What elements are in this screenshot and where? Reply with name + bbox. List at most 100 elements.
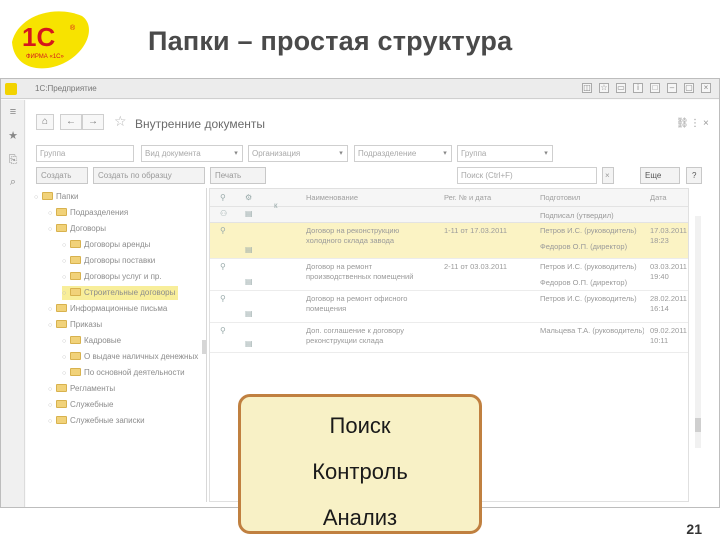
- table-scrollbar-thumb[interactable]: [695, 418, 701, 432]
- window-control-5[interactable]: □: [650, 83, 660, 93]
- expand-toggle-icon[interactable]: ○: [34, 191, 42, 205]
- paperclip-icon: ⚲: [220, 226, 226, 235]
- callout-item-analysis: Анализ: [322, 505, 398, 530]
- table-cell-date: 28.02.2011: [650, 294, 687, 303]
- table-row[interactable]: ⚲ ▤ Доп. соглашение к договору реконструкц…: [210, 323, 688, 353]
- expand-toggle-icon[interactable]: ○: [62, 287, 70, 301]
- clear-search-button[interactable]: ×: [602, 167, 614, 184]
- folder-icon: [70, 288, 81, 296]
- menu-icon[interactable]: ≡: [7, 106, 19, 118]
- expand-toggle-icon[interactable]: ○: [48, 415, 56, 429]
- tree-item[interactable]: ○ Договоры услуг и пр.: [62, 270, 162, 284]
- close-icon[interactable]: ×: [703, 118, 709, 129]
- expand-toggle-icon[interactable]: ○: [62, 239, 70, 253]
- table-cell-name: Доп. соглашение к договору реконструкции…: [306, 326, 405, 345]
- window-control-8[interactable]: ×: [701, 83, 711, 93]
- table-cell-time: 10:11: [650, 336, 669, 345]
- home-button[interactable]: ⌂: [36, 114, 54, 130]
- expand-toggle-icon[interactable]: ○: [48, 399, 56, 413]
- tree-item[interactable]: ○ Договоры аренды: [62, 238, 150, 252]
- panel-splitter[interactable]: [206, 188, 207, 502]
- create-by-template-button[interactable]: Создать по образцу: [93, 167, 205, 184]
- history-icon[interactable]: ⎘: [7, 154, 19, 166]
- tree-item-label: Кадровые: [84, 336, 122, 345]
- table-row[interactable]: ⚲ ▤ Договор на реконструкцию холодного скл…: [210, 223, 688, 259]
- table-scrollbar[interactable]: [695, 216, 701, 448]
- folder-icon: [42, 192, 53, 200]
- expand-toggle-icon[interactable]: ○: [62, 271, 70, 285]
- tree-item[interactable]: ○ Подразделения: [48, 206, 128, 220]
- tree-item[interactable]: ○ По основной деятельности: [62, 366, 185, 380]
- folder-icon: [70, 336, 81, 344]
- help-button[interactable]: ?: [686, 167, 702, 184]
- folder-icon: [70, 272, 81, 280]
- tree-item-label: Договоры поставки: [84, 256, 156, 265]
- expand-toggle-icon[interactable]: ○: [48, 303, 56, 317]
- favorites-star-icon[interactable]: ★: [7, 130, 19, 142]
- table-row[interactable]: ⚲ ▤ Договор на ремонт офисного помещения Пе…: [210, 291, 688, 323]
- filter-field-5[interactable]: Группа ▾: [457, 145, 553, 162]
- tree-item[interactable]: ○ Приказы: [48, 318, 102, 332]
- slide-title: Папки – простая структура: [148, 26, 513, 56]
- filter-field-2[interactable]: Вид документа ▾: [141, 145, 243, 162]
- folder-icon: [56, 416, 67, 424]
- column-header-date[interactable]: Дата: [650, 189, 667, 207]
- chevron-down-icon[interactable]: ▾: [336, 146, 346, 161]
- search-icon[interactable]: ⌕: [7, 176, 19, 188]
- document-icon: ▤: [245, 277, 253, 286]
- tree-item[interactable]: ○ Служебные записки: [48, 414, 145, 428]
- link-icon[interactable]: ⛓: [676, 118, 689, 129]
- tree-item[interactable]: ○ Договоры: [48, 222, 106, 236]
- chevron-down-icon[interactable]: ▾: [541, 146, 551, 161]
- expand-toggle-icon[interactable]: ○: [48, 319, 56, 333]
- document-icon: ▤: [245, 245, 253, 254]
- back-button[interactable]: ←: [60, 114, 82, 130]
- create-button[interactable]: Создать: [36, 167, 88, 184]
- expand-toggle-icon[interactable]: ○: [62, 255, 70, 269]
- expand-toggle-icon[interactable]: ○: [48, 223, 56, 237]
- window-control-3[interactable]: ▭: [616, 83, 626, 93]
- svg-text:®: ®: [70, 24, 76, 32]
- tree-item[interactable]: ○ Регламенты: [48, 382, 115, 396]
- document-icon: ▤: [245, 339, 253, 348]
- more-button[interactable]: Еще: [640, 167, 680, 184]
- tree-item[interactable]: ○ О выдаче наличных денежных: [62, 350, 198, 364]
- search-input[interactable]: Поиск (Ctrl+F): [457, 167, 597, 184]
- chevron-down-icon[interactable]: ▾: [440, 146, 450, 161]
- tree-item[interactable]: ○ Договоры поставки: [62, 254, 155, 268]
- expand-toggle-icon[interactable]: ○: [48, 383, 56, 397]
- column-header-reg[interactable]: Рег. № и дата: [444, 189, 491, 207]
- expand-toggle-icon[interactable]: ○: [62, 335, 70, 349]
- table-cell-date: 09.02.2011: [650, 326, 687, 335]
- tree-item[interactable]: ○ Информационные письма: [48, 302, 167, 316]
- tree-item[interactable]: ○ Кадровые: [62, 334, 121, 348]
- filter-field-3[interactable]: Организация ▾: [248, 145, 348, 162]
- expand-toggle-icon[interactable]: ○: [62, 351, 70, 365]
- logo-subtext: ФИРМА «1С»: [26, 54, 64, 60]
- window-control-1[interactable]: ◫: [582, 83, 592, 93]
- filter-field-4[interactable]: Подразделение ▾: [354, 145, 452, 162]
- folder-icon: [56, 400, 67, 408]
- tree-item-label: Информационные письма: [70, 304, 168, 313]
- status-icon: к: [274, 201, 278, 210]
- chevron-down-icon[interactable]: ▾: [231, 146, 241, 161]
- tree-item[interactable]: ○ Служебные: [48, 398, 113, 412]
- expand-toggle-icon[interactable]: ○: [62, 367, 70, 381]
- window-control-2[interactable]: ☆: [599, 83, 609, 93]
- window-control-6[interactable]: ‒: [667, 83, 677, 93]
- column-header-prepared[interactable]: Подготовил: [540, 189, 580, 207]
- table-row[interactable]: ⚲ ▤ Договор на ремонт производственных пом…: [210, 259, 688, 291]
- tree-item[interactable]: ○ Папки: [34, 190, 79, 204]
- column-header-name[interactable]: Наименование: [306, 189, 358, 207]
- expand-toggle-icon[interactable]: ○: [48, 207, 56, 221]
- more-icon[interactable]: ⋮: [690, 118, 700, 129]
- forward-button[interactable]: →: [82, 114, 104, 130]
- window-control-4[interactable]: i: [633, 83, 643, 93]
- tree-item[interactable]: ○ Строительные договоры: [62, 286, 179, 301]
- filter-field-1[interactable]: Группа: [36, 145, 134, 162]
- table-cell-time: 19:40: [650, 272, 669, 281]
- star-icon[interactable]: ☆: [114, 113, 127, 130]
- tree-item-label: Договоры аренды: [84, 240, 151, 249]
- window-control-7[interactable]: ▢: [684, 83, 694, 93]
- print-button[interactable]: Печать: [210, 167, 266, 184]
